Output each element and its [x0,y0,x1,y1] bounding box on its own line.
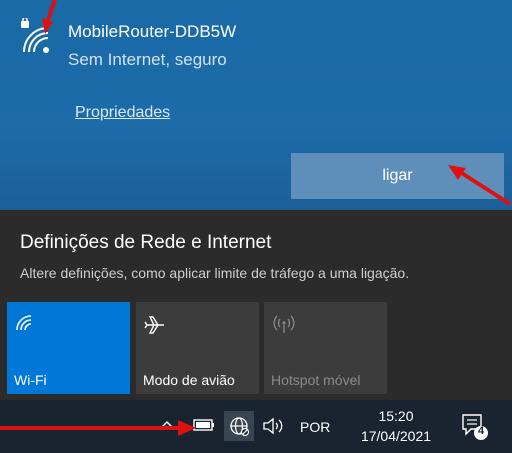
clock-time: 15:20 [378,408,414,424]
wifi-toggle-tile[interactable]: Wi-Fi [7,302,130,394]
network-settings-description: Altere definições, como aplicar limite d… [20,265,410,281]
network-name: MobileRouter-DDB5W [68,22,237,41]
airplane-mode-tile[interactable]: Modo de avião [136,302,259,394]
connect-button[interactable]: ligar [291,153,504,199]
input-language-indicator[interactable]: POR [300,419,330,435]
tile-label: Modo de avião [143,372,235,388]
network-status: Sem Internet, seguro [68,50,227,69]
clock[interactable]: 15:20 17/04/2021 [346,406,446,446]
wifi-secure-icon [18,16,54,58]
wifi-icon [15,314,35,335]
network-globe-icon[interactable] [224,411,254,441]
properties-link[interactable]: Propriedades [75,104,170,122]
notification-count-badge: 4 [477,425,485,437]
mobile-hotspot-tile[interactable]: Hotspot móvel [264,302,387,394]
taskbar: POR 15:20 17/04/2021 4 [0,400,512,453]
tile-label: Hotspot móvel [271,372,361,388]
clock-date: 17/04/2021 [360,428,432,444]
tile-label: Wi-Fi [14,372,47,388]
airplane-icon [144,314,166,339]
show-hidden-icons-chevron-icon[interactable] [160,416,174,432]
network-entry[interactable]: MobileRouter-DDB5W Sem Internet, seguro [18,16,237,70]
network-settings-link[interactable]: Definições de Rede e Internet [20,232,271,254]
volume-icon[interactable] [262,417,286,438]
battery-icon[interactable] [192,417,216,436]
quick-settings-panel: Definições de Rede e Internet Altere def… [0,210,512,400]
network-flyout-panel: MobileRouter-DDB5W Sem Internet, seguro … [0,0,512,210]
action-center-notification-icon[interactable]: 4 [460,412,490,447]
hotspot-icon [272,314,296,337]
